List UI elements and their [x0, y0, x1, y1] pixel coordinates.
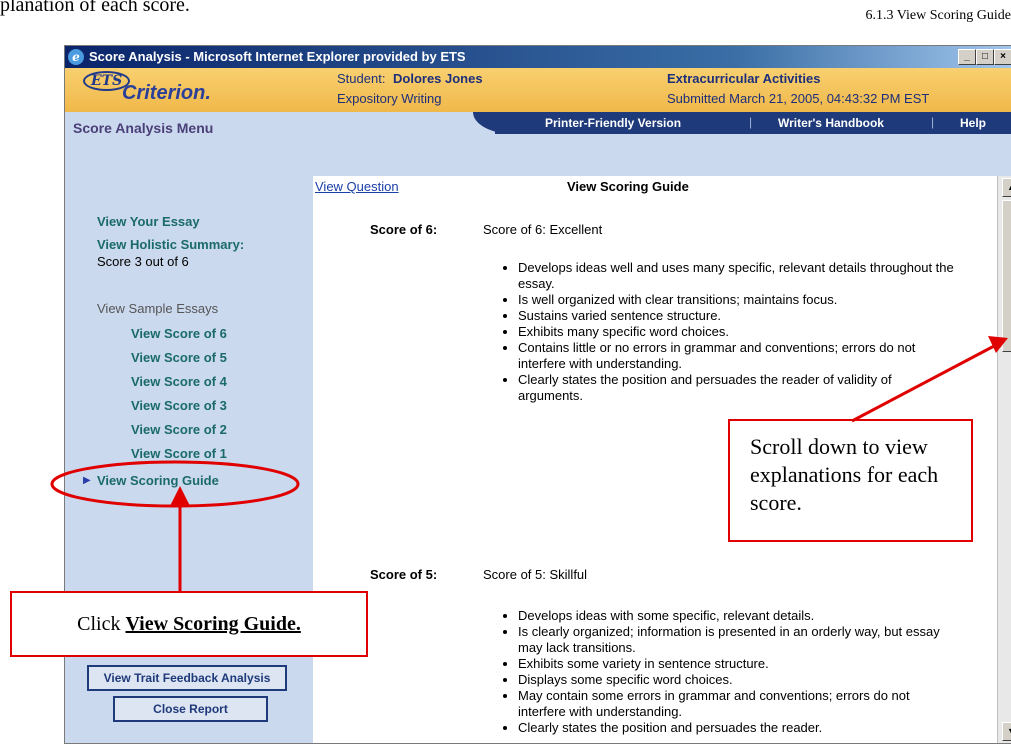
minimize-button[interactable]: _ — [958, 49, 976, 65]
view-score-1-link[interactable]: View Score of 1 — [131, 446, 227, 461]
list-item: Clearly states the position and persuade… — [518, 372, 958, 404]
title-bar: e Score Analysis - Microsoft Internet Ex… — [65, 46, 1011, 68]
list-item: Displays some specific word choices. — [518, 672, 958, 688]
document-text: planation of each score. — [0, 0, 190, 16]
printer-friendly-link[interactable]: Printer-Friendly Version — [545, 116, 681, 130]
view-score-4-link[interactable]: View Score of 4 — [131, 374, 227, 389]
score-6-title: Score of 6: Excellent — [483, 222, 603, 237]
window-title: Score Analysis - Microsoft Internet Expl… — [89, 49, 466, 64]
score-6-criteria: Develops ideas well and uses many specif… — [498, 260, 958, 404]
assignment-type: Expository Writing — [337, 91, 442, 106]
score-5-label: Score of 5: — [370, 567, 438, 582]
student-label: Student: — [337, 71, 386, 86]
scoring-guide-heading: View Scoring Guide — [567, 179, 689, 194]
view-score-3-link[interactable]: View Score of 3 — [131, 398, 227, 413]
trait-feedback-button[interactable]: View Trait Feedback Analysis — [87, 665, 287, 691]
click-callout: Click View Scoring Guide. — [10, 591, 368, 657]
current-item-arrow-icon: ▶ — [83, 475, 91, 486]
scrollbar-thumb[interactable] — [1002, 200, 1011, 352]
view-question-link[interactable]: View Question — [315, 179, 399, 194]
score-5-criteria: Develops ideas with some specific, relev… — [498, 608, 958, 736]
view-essay-link[interactable]: View Your Essay — [97, 214, 200, 229]
list-item: Is clearly organized; information is pre… — [518, 624, 958, 656]
ie-icon: e — [68, 49, 84, 65]
list-item: May contain some errors in grammar and c… — [518, 688, 958, 720]
click-callout-target: View Scoring Guide. — [125, 613, 301, 635]
vertical-scrollbar[interactable]: ▲ ▼ — [997, 176, 1011, 743]
help-link[interactable]: Help — [960, 116, 986, 130]
document-header: 6.1.3 View Scoring Guide — [865, 8, 1011, 23]
header-banner: ETS Criterion. Student: Dolores Jones Ex… — [65, 68, 1011, 112]
list-item: Exhibits some variety in sentence struct… — [518, 656, 958, 672]
list-item: Contains little or no errors in grammar … — [518, 340, 958, 372]
list-item: Exhibits many specific word choices. — [518, 324, 958, 340]
nav-separator: | — [749, 115, 753, 129]
close-button[interactable]: × — [994, 49, 1011, 65]
list-item: Develops ideas well and uses many specif… — [518, 260, 958, 292]
menu-title: Score Analysis Menu — [73, 120, 214, 136]
sample-essays-label: View Sample Essays — [97, 301, 219, 316]
student-name: Dolores Jones — [393, 71, 483, 86]
view-score-2-link[interactable]: View Score of 2 — [131, 422, 227, 437]
view-holistic-link[interactable]: View Holistic Summary: — [97, 237, 244, 252]
close-report-button[interactable]: Close Report — [113, 696, 268, 722]
criterion-logo: Criterion. — [122, 82, 211, 104]
maximize-button[interactable]: □ — [976, 49, 994, 65]
nav-bar: Printer-Friendly Version | Writer's Hand… — [495, 112, 1011, 134]
holistic-score: Score 3 out of 6 — [97, 254, 189, 269]
writers-handbook-link[interactable]: Writer's Handbook — [778, 116, 884, 130]
list-item: Is well organized with clear transitions… — [518, 292, 958, 308]
content-band — [313, 142, 1011, 176]
scroll-callout: Scroll down to view explanations for eac… — [728, 419, 973, 542]
scroll-up-arrow-icon[interactable]: ▲ — [1002, 178, 1011, 197]
list-item: Sustains varied sentence structure. — [518, 308, 958, 324]
scroll-down-arrow-icon[interactable]: ▼ — [1002, 722, 1011, 741]
score-5-title: Score of 5: Skillful — [483, 567, 588, 582]
view-score-6-link[interactable]: View Score of 6 — [131, 326, 227, 341]
essay-topic: Extracurricular Activities — [667, 71, 821, 86]
list-item: Develops ideas with some specific, relev… — [518, 608, 958, 624]
view-scoring-guide-link[interactable]: View Scoring Guide — [97, 473, 219, 488]
nav-separator: | — [931, 115, 935, 129]
click-callout-prefix: Click — [77, 613, 126, 635]
view-score-5-link[interactable]: View Score of 5 — [131, 350, 227, 365]
list-item: Clearly states the position and persuade… — [518, 720, 958, 736]
submitted-date: Submitted March 21, 2005, 04:43:32 PM ES… — [667, 91, 930, 106]
score-6-label: Score of 6: — [370, 222, 438, 237]
